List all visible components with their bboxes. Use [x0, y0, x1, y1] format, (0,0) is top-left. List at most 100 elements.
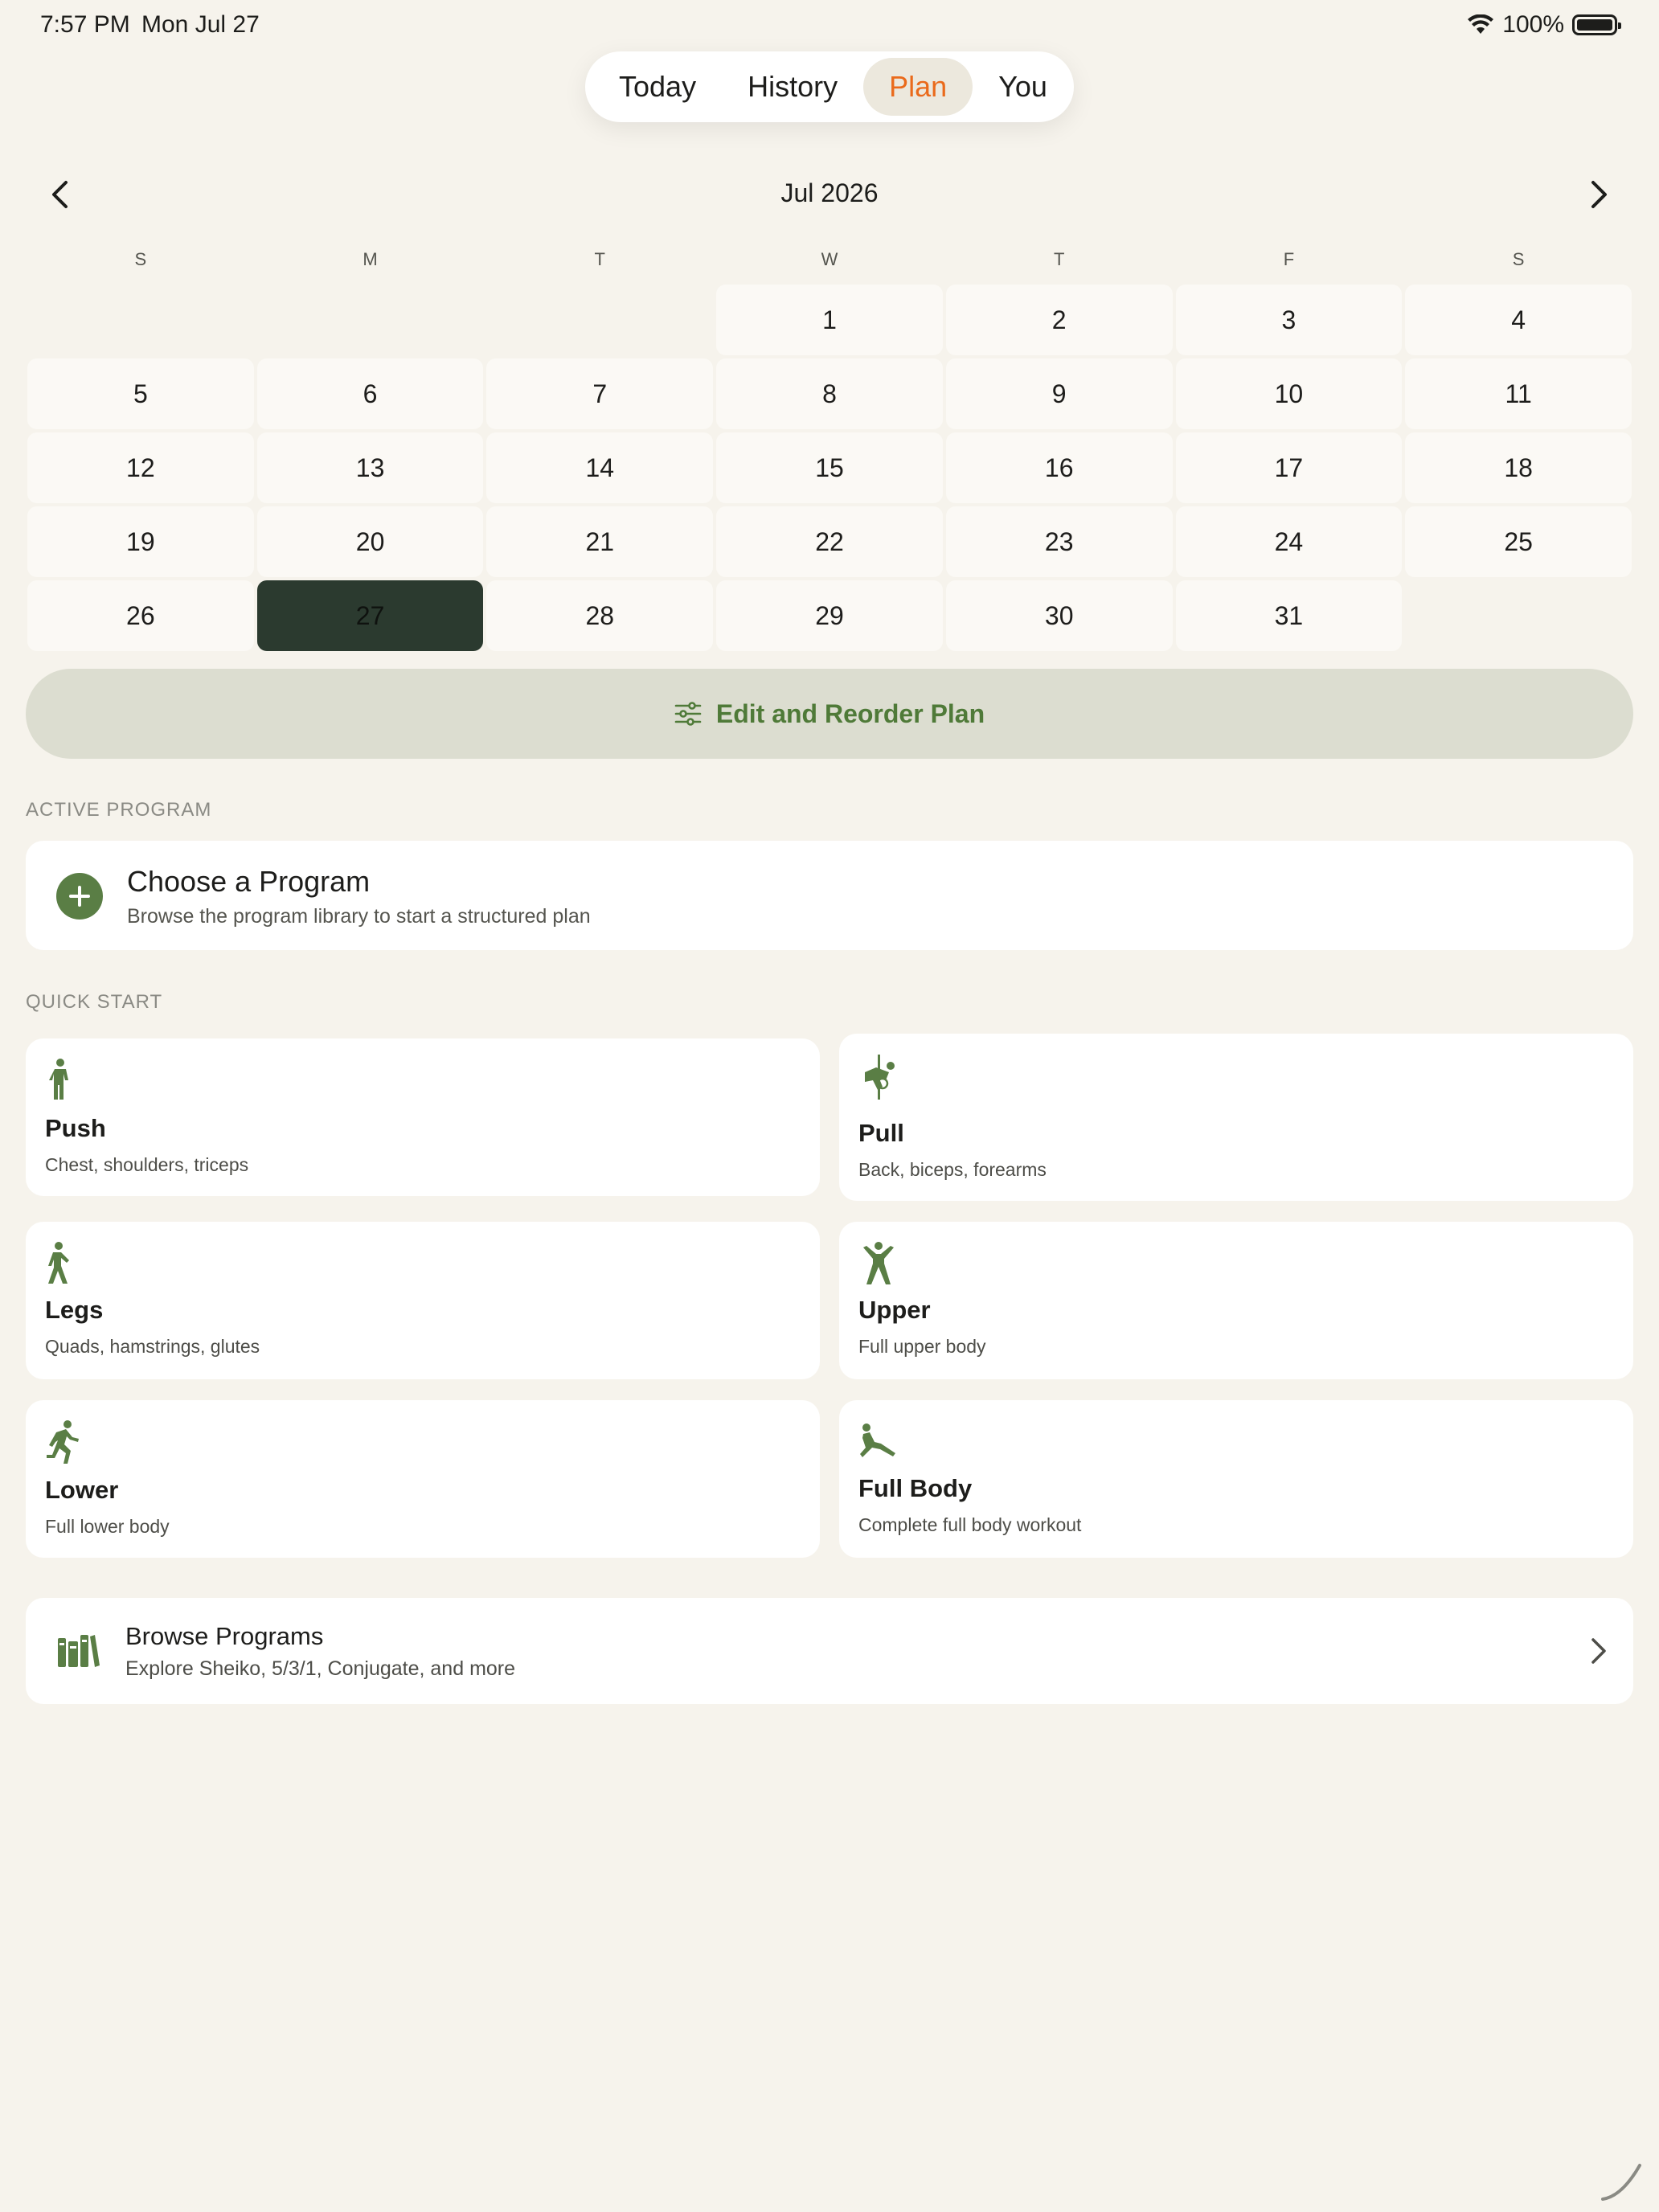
next-month-button[interactable] [1583, 178, 1616, 211]
calendar-day-selected[interactable]: 27 [256, 580, 484, 651]
calendar-day-number: 8 [822, 379, 837, 408]
calendar-day-number: 1 [822, 305, 837, 334]
calendar-day[interactable]: 28 [486, 580, 714, 651]
quick-start-pull-card[interactable]: Pull Back, biceps, forearms [839, 1034, 1633, 1201]
calendar-day[interactable]: 11 [1405, 358, 1632, 429]
calendar-day-number: 14 [585, 453, 615, 482]
quick-start-title: Legs [45, 1296, 104, 1324]
calendar-day[interactable]: 29 [716, 580, 943, 651]
calendar-day-number: 27 [355, 600, 385, 630]
calendar-day[interactable]: 26 [27, 580, 254, 651]
calendar-day[interactable]: 10 [1175, 358, 1403, 429]
chevron-right-icon [1591, 181, 1607, 208]
sliders-icon [674, 702, 702, 726]
calendar-day[interactable]: 21 [486, 506, 714, 577]
calendar-day[interactable]: 12 [27, 432, 254, 503]
calendar-day-number: 16 [1044, 453, 1074, 482]
quick-start-upper-card[interactable]: Upper Full upper body [839, 1222, 1633, 1379]
books-icon [58, 1635, 100, 1667]
calendar-day[interactable]: 5 [27, 358, 254, 429]
calendar-day[interactable]: 7 [486, 358, 714, 429]
wifi-icon [1468, 14, 1494, 34]
calendar-day[interactable]: 20 [256, 506, 484, 577]
calendar-day[interactable]: 13 [256, 432, 484, 503]
standing-figure-icon [49, 1059, 68, 1100]
plus-circle-icon [56, 873, 103, 920]
calendar-day-number: 26 [126, 600, 155, 630]
calendar-day[interactable]: 8 [716, 358, 943, 429]
calendar-day-number: 19 [126, 526, 155, 556]
calendar-day[interactable]: 6 [256, 358, 484, 429]
tab-today[interactable]: Today [593, 58, 722, 116]
calendar-day[interactable]: 1 [716, 285, 943, 355]
calendar-day[interactable]: 15 [716, 432, 943, 503]
calendar-day-number: 4 [1511, 305, 1526, 334]
calendar-day[interactable]: 31 [1175, 580, 1403, 651]
calendar-day-number: 17 [1274, 453, 1304, 482]
quick-start-subtitle: Back, biceps, forearms [858, 1159, 1047, 1180]
weekday-label: F [1283, 249, 1295, 269]
calendar-day[interactable]: 3 [1175, 285, 1403, 355]
calendar-day-number: 6 [363, 379, 378, 408]
active-program-heading: ACTIVE PROGRAM [26, 799, 212, 821]
calendar-day-number: 29 [815, 600, 844, 630]
pencil-scribble-icon [1601, 2164, 1641, 2201]
battery-icon [1572, 14, 1621, 35]
calendar-day[interactable]: 24 [1175, 506, 1403, 577]
calendar-day[interactable]: 2 [945, 285, 1173, 355]
tab-you[interactable]: You [973, 58, 1073, 116]
tab-history[interactable]: History [722, 58, 863, 116]
calendar-day-number: 7 [592, 379, 608, 408]
quick-start-legs-card[interactable]: Legs Quads, hamstrings, glutes [26, 1222, 820, 1379]
weekday-label: W [821, 249, 838, 269]
calendar-day[interactable]: 18 [1405, 432, 1632, 503]
quick-start-lower-card[interactable]: Lower Full lower body [26, 1400, 820, 1558]
calendar-day[interactable]: 22 [716, 506, 943, 577]
quick-start-subtitle: Full lower body [45, 1516, 170, 1537]
calendar-day[interactable]: 19 [27, 506, 254, 577]
weekday-label: S [134, 249, 147, 269]
calendar-day-number: 2 [1051, 305, 1067, 334]
program-subtitle: Browse the program library to start a st… [127, 905, 591, 928]
calendar-day-number: 15 [815, 453, 844, 482]
calendar-day-number: 10 [1274, 379, 1304, 408]
quick-start-subtitle: Full upper body [858, 1336, 986, 1357]
quick-start-title: Lower [45, 1476, 119, 1504]
edit-plan-label: Edit and Reorder Plan [715, 698, 985, 728]
quick-start-heading: QUICK START [26, 991, 163, 1013]
quick-start-push-card[interactable]: Push Chest, shoulders, triceps [26, 1038, 820, 1196]
calendar-day-number: 9 [1051, 379, 1067, 408]
calendar-day[interactable]: 23 [945, 506, 1173, 577]
quick-start-subtitle: Quads, hamstrings, glutes [45, 1336, 260, 1357]
arms-up-figure-icon [863, 1242, 894, 1284]
calendar-day[interactable]: 4 [1405, 285, 1632, 355]
calendar-day-number: 12 [126, 453, 155, 482]
edit-reorder-plan-button[interactable]: Edit and Reorder Plan [26, 669, 1633, 759]
calendar-day[interactable]: 17 [1175, 432, 1403, 503]
stretching-figure-icon [860, 1423, 895, 1457]
browse-programs-subtitle: Explore Sheiko, 5/3/1, Conjugate, and mo… [125, 1657, 516, 1680]
calendar-grid: 1 2 3 4 5 6 7 8 9 10 11 12 13 14 15 16 17 18 19 20 21 22 23 24 2… [26, 283, 1633, 653]
quick-start-full-body-card[interactable]: Full Body Complete full body workout [839, 1400, 1633, 1558]
calendar-day[interactable]: 9 [945, 358, 1173, 429]
calendar-day-number: 11 [1505, 379, 1532, 408]
choose-program-card[interactable]: Choose a Program Browse the program libr… [26, 841, 1633, 950]
weekday-label: M [363, 249, 378, 269]
calendar-day[interactable]: 16 [945, 432, 1173, 503]
calendar-day-number: 21 [585, 526, 615, 556]
browse-programs-title: Browse Programs [125, 1622, 324, 1650]
chevron-right-icon [1591, 1638, 1606, 1664]
browse-programs-row[interactable]: Browse Programs Explore Sheiko, 5/3/1, C… [26, 1598, 1633, 1704]
quick-start-subtitle: Complete full body workout [858, 1514, 1082, 1535]
main-tab-bar: Today History Plan You [585, 51, 1074, 122]
calendar-empty-cell [27, 283, 254, 357]
calendar-day[interactable]: 14 [486, 432, 714, 503]
status-indicators: 100% [1467, 11, 1621, 39]
calendar-day[interactable]: 30 [945, 580, 1173, 651]
calendar-day-number: 18 [1504, 453, 1533, 482]
calendar-day-number: 24 [1274, 526, 1304, 556]
tab-plan[interactable]: Plan [863, 58, 973, 116]
calendar-day[interactable]: 25 [1405, 506, 1632, 577]
calendar-day-number: 3 [1281, 305, 1296, 334]
quick-start-subtitle: Chest, shoulders, triceps [45, 1154, 249, 1175]
